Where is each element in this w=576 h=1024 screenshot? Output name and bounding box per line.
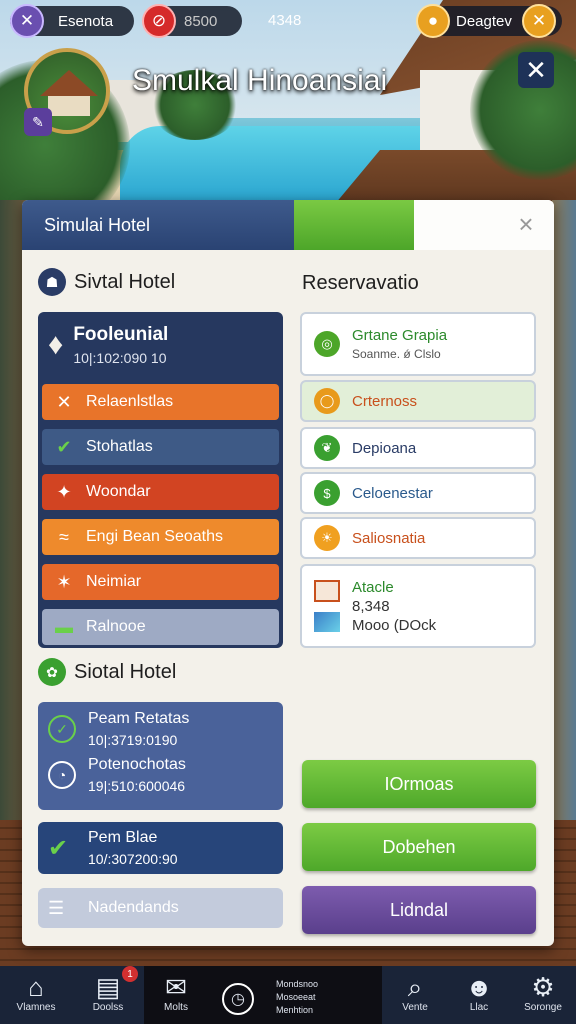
panel-title: Simulai Hotel	[22, 200, 294, 250]
close-icon: ✕	[56, 391, 72, 412]
leaf-icon: ❦	[314, 435, 340, 461]
coins-value: 8500	[184, 12, 218, 30]
service-row-1[interactable]: ✕ Relaenlstlas	[42, 384, 279, 420]
landscape-icon	[314, 612, 340, 632]
reservation-info-card[interactable]: Atacle 8,348 Mooo (DOck	[300, 564, 536, 648]
nav-item-people[interactable]: ☻ Llac	[448, 966, 510, 1024]
wrench-icon[interactable]: ✕	[10, 4, 44, 38]
bottom-nav: ⌂ Vlamnes ▤ Doolss 1 ✉ Molts ◷ Mondsnoo …	[0, 966, 576, 1024]
mail-icon: ✉	[165, 972, 187, 1002]
action-button-1[interactable]: IOrmoas	[302, 760, 536, 808]
booking-group: ✓ Peam Retatas 10|:3719:0190 ◔ Potenocho…	[38, 702, 283, 810]
ice-cream-icon: ♦	[48, 328, 64, 361]
sun-icon: ☀	[314, 525, 340, 551]
left-section-title: ☗ Sivtal Hotel	[38, 268, 175, 296]
reservation-card-3[interactable]: ❦ Depioana	[300, 427, 536, 469]
service-row-6[interactable]: ▬ Ralnooe	[42, 609, 279, 645]
crossed-tools-icon[interactable]: ✕	[522, 4, 556, 38]
target-icon: ◎	[314, 331, 340, 357]
check-icon: ✔	[48, 834, 69, 862]
hotel-panel: Simulai Hotel × ☗ Sivtal Hotel Reservava…	[22, 200, 554, 946]
reservation-card-1[interactable]: ◎ Grtane Grapia Soanme. ǿ Clslo	[300, 312, 536, 376]
sparkle-icon: ✶	[56, 571, 72, 592]
nav-item-settings[interactable]: ⚙ Soronge	[510, 966, 576, 1024]
document-icon: ▤	[95, 972, 121, 1002]
services-list: ♦ Fooleunial 10|:102:090 10 ✕ Relaenlstl…	[38, 312, 283, 648]
reservation-card-2[interactable]: ◯ Crternoss	[300, 380, 536, 422]
people-icon: ☻	[465, 972, 493, 1002]
center-value: 4348	[268, 12, 302, 29]
circle-icon: ◯	[314, 388, 340, 414]
bottom-section-title: ✿ Siotal Hotel	[38, 658, 176, 686]
booking-item-2[interactable]: ◔ Potenochotas 19|:510:600046	[48, 756, 273, 794]
reservation-card-5[interactable]: ☀ Saliosnatia	[300, 517, 536, 559]
chart-icon	[314, 580, 340, 602]
panel-close-icon[interactable]: ×	[514, 211, 538, 237]
search-icon: ⌕	[407, 972, 423, 1002]
booking-item-4[interactable]: ☰ Nadendands	[38, 888, 283, 928]
nav-item-documents[interactable]: ▤ Doolss 1	[72, 966, 144, 1024]
top-bar: Esenota ✕ 8500 ⊘ 4348 Deagtev ● ✕	[0, 0, 576, 44]
user-icon[interactable]: ●	[416, 4, 450, 38]
clock-icon: ◔	[48, 761, 76, 789]
panel-tab-green[interactable]	[294, 200, 414, 250]
service-row-3[interactable]: ✦ Woondar	[42, 474, 279, 510]
cash-icon: $	[314, 480, 340, 506]
edit-badge-icon[interactable]: ✎	[24, 108, 52, 136]
game-title: Smulkal Hinoansiai	[132, 64, 388, 97]
services-header: ♦ Fooleunial 10|:102:090 10	[38, 312, 283, 378]
minus-icon: ▬	[55, 616, 73, 637]
service-row-4[interactable]: ≈ Engi Bean Seoaths	[42, 519, 279, 555]
booking-item-1[interactable]: ✓ Peam Retatas 10|:3719:0190	[48, 710, 273, 748]
hotel-icon: ✿	[38, 658, 66, 686]
check-icon: ✔	[56, 436, 72, 457]
flame-icon: ✦	[56, 481, 72, 502]
hotel-icon: ☗	[38, 268, 66, 296]
nav-item-search[interactable]: ⌕ Vente	[382, 966, 448, 1024]
list-icon: ☰	[48, 897, 65, 918]
clock-icon: ◷	[222, 983, 254, 1015]
notification-badge: 1	[122, 966, 138, 982]
booking-item-3[interactable]: ✔ Pem Blae 10/:307200:90	[38, 822, 283, 874]
gear-icon: ⚙	[531, 972, 555, 1002]
cancel-icon[interactable]: ⊘	[142, 4, 176, 38]
service-row-2[interactable]: ✔ Stohatlas	[42, 429, 279, 465]
panel-tab-blank: ×	[414, 200, 554, 250]
nav-item-home[interactable]: ⌂ Vlamnes	[0, 966, 72, 1024]
services-title: Fooleunial	[73, 324, 169, 345]
right-section-title: Reservavatio	[302, 272, 419, 294]
action-button-2[interactable]: Dobehen	[302, 823, 536, 871]
feather-icon: ≈	[59, 526, 69, 547]
nav-item-mail[interactable]: ✉ Molts	[144, 966, 208, 1024]
home-icon: ⌂	[28, 972, 44, 1002]
reservation-card-4[interactable]: $ Celoenestar	[300, 472, 536, 514]
player-name: Esenota	[58, 12, 114, 30]
check-icon: ✓	[48, 715, 76, 743]
profile-label: Deagtev	[456, 12, 512, 30]
nav-item-clock[interactable]: ◷ Mondsnoo Mosoeeat Menhtion	[208, 966, 382, 1024]
action-button-3[interactable]: Lidndal	[302, 886, 536, 934]
service-row-5[interactable]: ✶ Neimiar	[42, 564, 279, 600]
panel-header: Simulai Hotel ×	[22, 200, 554, 250]
close-icon[interactable]: ✕	[518, 52, 554, 88]
services-sub: 10|:102:090 10	[73, 350, 167, 366]
